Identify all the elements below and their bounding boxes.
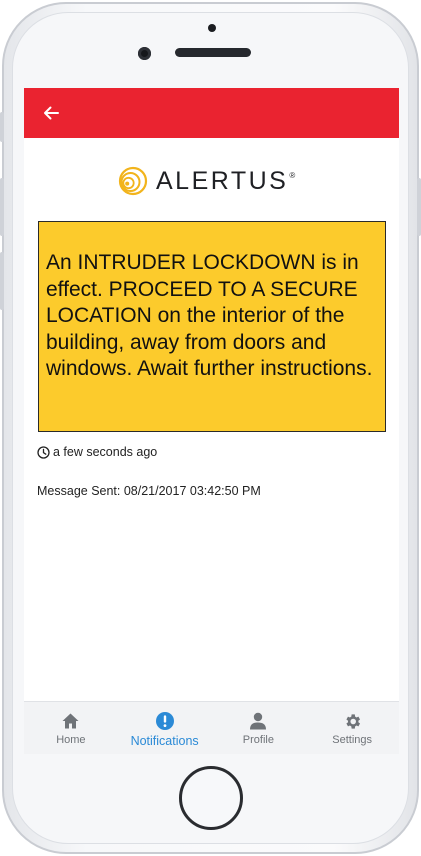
volume-up-button bbox=[0, 178, 4, 236]
brand-name: ALERTUS bbox=[156, 166, 289, 195]
app-bar bbox=[24, 88, 399, 138]
home-icon bbox=[62, 713, 79, 729]
back-button[interactable] bbox=[38, 100, 64, 126]
home-hardware-button[interactable] bbox=[179, 766, 243, 830]
app-screen: ALERTUS ® An INTRUDER LOCKDOWN is in eff… bbox=[24, 88, 399, 754]
volume-down-button bbox=[0, 252, 4, 310]
alertus-logo: ALERTUS ® bbox=[118, 164, 308, 198]
gear-icon bbox=[346, 713, 360, 729]
person-icon bbox=[250, 712, 267, 730]
message-sent-text: Message Sent: 08/21/2017 03:42:50 PM bbox=[37, 484, 261, 498]
alert-circle-icon bbox=[155, 712, 174, 730]
earpiece-speaker bbox=[175, 48, 251, 57]
registered-mark: ® bbox=[289, 170, 296, 180]
tab-label-profile: Profile bbox=[242, 734, 274, 746]
tab-profile[interactable]: Profile bbox=[212, 702, 306, 754]
tab-notifications[interactable]: Notifications bbox=[118, 702, 212, 754]
power-button bbox=[417, 178, 421, 236]
alert-message-box: An INTRUDER LOCKDOWN is in effect. PROCE… bbox=[38, 221, 386, 432]
tab-label-settings: Settings bbox=[332, 734, 372, 746]
front-sensor bbox=[208, 24, 216, 32]
mute-switch bbox=[0, 112, 4, 142]
arrow-left-icon bbox=[44, 106, 59, 120]
front-camera bbox=[138, 47, 151, 60]
clock-icon bbox=[37, 445, 50, 459]
alertus-logo-icon bbox=[118, 166, 148, 196]
bottom-tab-bar: Home Notifications Profile Settings bbox=[24, 701, 399, 754]
relative-time-text: a few seconds ago bbox=[53, 445, 158, 459]
alert-timestamp: a few seconds ago bbox=[37, 443, 157, 461]
tab-label-home: Home bbox=[56, 734, 86, 746]
alert-message-text: An INTRUDER LOCKDOWN is in effect. PROCE… bbox=[46, 251, 373, 380]
tab-home[interactable]: Home bbox=[24, 702, 118, 754]
tab-label-notifications: Notifications bbox=[130, 734, 199, 748]
tab-settings[interactable]: Settings bbox=[305, 702, 399, 754]
